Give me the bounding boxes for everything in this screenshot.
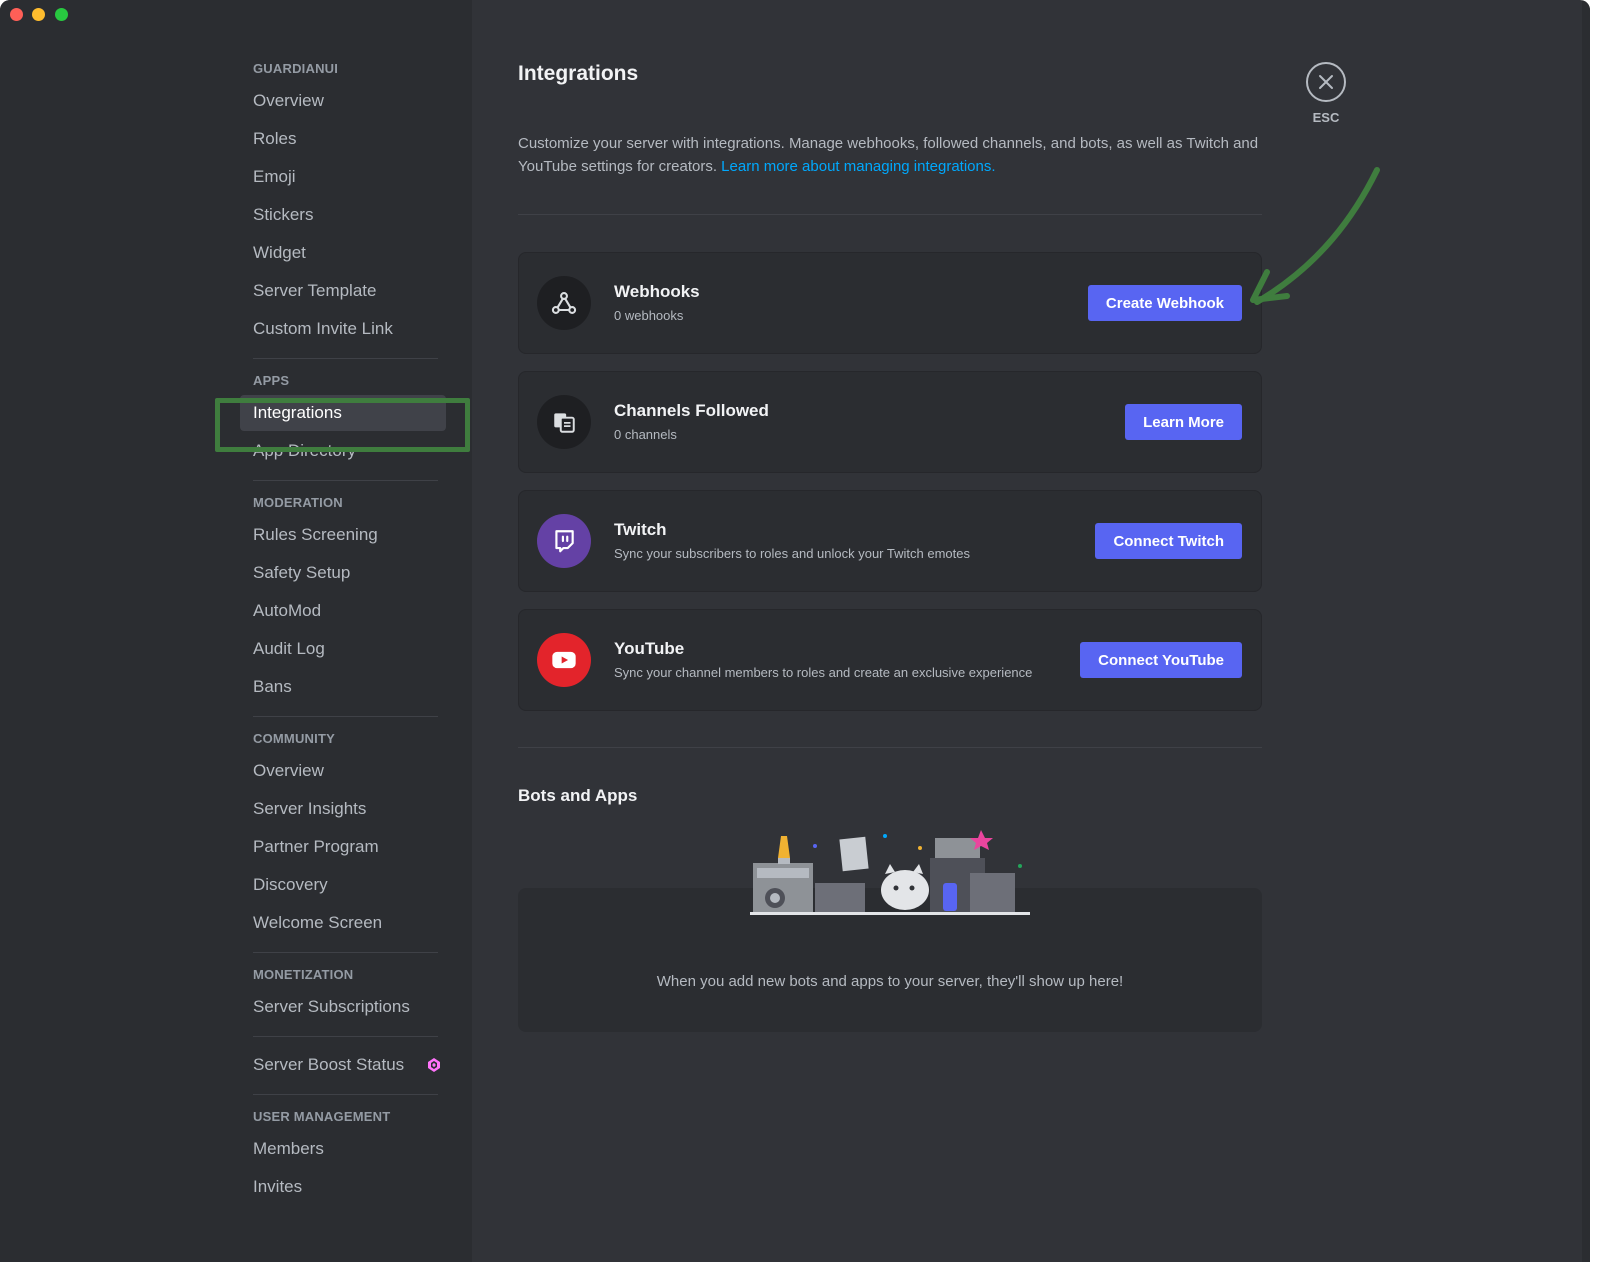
card-title: Webhooks xyxy=(614,282,700,301)
nav-separator xyxy=(253,716,438,717)
twitch-card: Twitch Sync your subscribers to roles an… xyxy=(518,490,1262,592)
sidebar-item-label: Welcome Screen xyxy=(253,913,383,932)
twitch-icon xyxy=(537,514,591,568)
sidebar-item-label: Bans xyxy=(253,677,292,696)
sidebar-item-label: Safety Setup xyxy=(253,563,351,582)
sidebar-item-integrations[interactable]: Integrations xyxy=(240,395,446,431)
settings-window: GUARDIANUI Overview Roles Emoji Stickers Widg… xyxy=(0,0,1590,1262)
sidebar-item-label: Integrations xyxy=(253,403,342,422)
youtube-card: YouTube Sync your channel members to rol… xyxy=(518,609,1262,711)
sidebar-item-label: Rules Screening xyxy=(253,525,378,544)
sidebar-item-label: App Directory xyxy=(253,441,356,460)
card-title: Channels Followed xyxy=(614,401,769,420)
connect-youtube-button[interactable]: Connect YouTube xyxy=(1080,642,1242,678)
close-settings: ESC xyxy=(1306,62,1346,125)
connect-twitch-button[interactable]: Connect Twitch xyxy=(1095,523,1242,559)
nav-section-header: COMMUNITY xyxy=(253,731,335,746)
right-edge xyxy=(1582,0,1590,1262)
nav-section-header: APPS xyxy=(253,373,290,388)
bots-empty-text: When you add new bots and apps to your s… xyxy=(656,973,1124,990)
sidebar-item-label: Roles xyxy=(253,129,297,148)
sidebar-item-label: Emoji xyxy=(253,167,296,186)
close-icon xyxy=(1319,75,1333,89)
esc-label: ESC xyxy=(1312,110,1340,125)
sidebar-item-safety-setup[interactable]: Safety Setup xyxy=(240,554,446,592)
nav-section-header: MONETIZATION xyxy=(253,967,354,982)
page-description: Customize your server with integrations.… xyxy=(518,132,1262,178)
sidebar-item-server-boost-status[interactable]: Server Boost Status xyxy=(240,1046,446,1084)
sidebar-item-label: Stickers xyxy=(253,205,314,224)
sidebar-item-discovery[interactable]: Discovery xyxy=(240,866,446,904)
maximize-window-icon[interactable] xyxy=(55,8,68,21)
sidebar-item-label: Members xyxy=(253,1139,324,1158)
sidebar-item-label: Audit Log xyxy=(253,639,325,658)
sidebar-item-welcome-screen[interactable]: Welcome Screen xyxy=(240,904,446,942)
nav-section-header: MODERATION xyxy=(253,495,343,510)
sidebar-item-roles[interactable]: Roles xyxy=(240,120,446,158)
sidebar-item-audit-log[interactable]: Audit Log xyxy=(240,630,446,668)
sidebar-item-bans[interactable]: Bans xyxy=(240,668,446,706)
nav-separator xyxy=(253,1094,438,1095)
settings-nav: GUARDIANUI Overview Roles Emoji Stickers Widg… xyxy=(240,56,446,1206)
card-subtitle: Sync your subscribers to roles and unloc… xyxy=(614,546,970,561)
close-window-icon[interactable] xyxy=(10,8,23,21)
sidebar-item-server-insights[interactable]: Server Insights xyxy=(240,790,446,828)
bots-illustration-image xyxy=(750,830,1030,915)
boost-gem-icon xyxy=(428,1058,440,1072)
sidebar-item-label: Server Boost Status xyxy=(253,1055,405,1074)
sidebar-item-label: Overview xyxy=(253,761,324,780)
learn-more-link[interactable]: Learn more about managing integrations. xyxy=(721,158,995,175)
sidebar-item-partner-program[interactable]: Partner Program xyxy=(240,828,446,866)
divider xyxy=(518,747,1262,748)
sidebar-item-label: Invites xyxy=(253,1177,303,1196)
nav-separator xyxy=(253,1036,438,1037)
sidebar-item-rules-screening[interactable]: Rules Screening xyxy=(240,516,446,554)
sidebar: GUARDIANUI Overview Roles Emoji Stickers Widg… xyxy=(0,0,472,1262)
sidebar-item-app-directory[interactable]: App Directory xyxy=(240,432,446,470)
sidebar-item-label: Overview xyxy=(253,91,324,110)
sidebar-item-overview[interactable]: Overview xyxy=(240,752,446,790)
sidebar-item-members[interactable]: Members xyxy=(240,1130,446,1168)
sidebar-item-label: Server Insights xyxy=(253,799,367,818)
nav-section-header: GUARDIANUI xyxy=(253,61,339,76)
sidebar-item-overview[interactable]: Overview xyxy=(240,82,446,120)
nav-separator xyxy=(253,480,438,481)
youtube-icon xyxy=(537,633,591,687)
nav-separator xyxy=(253,358,438,359)
sidebar-item-label: Widget xyxy=(253,243,306,262)
webhook-icon xyxy=(537,276,591,330)
sidebar-item-label: Partner Program xyxy=(253,837,379,856)
create-webhook-button[interactable]: Create Webhook xyxy=(1087,285,1242,321)
card-subtitle: Sync your channel members to roles and c… xyxy=(614,665,1033,680)
sidebar-item-server-template[interactable]: Server Template xyxy=(240,272,446,310)
sidebar-item-custom-invite-link[interactable]: Custom Invite Link xyxy=(240,310,446,348)
card-subtitle: 0 channels xyxy=(614,427,677,442)
nav-separator xyxy=(253,952,438,953)
sidebar-item-invites[interactable]: Invites xyxy=(240,1168,446,1206)
sidebar-item-label: Server Template xyxy=(253,281,377,300)
channels-followed-card: Channels Followed 0 channels Learn More xyxy=(518,371,1262,473)
sidebar-item-emoji[interactable]: Emoji xyxy=(240,158,446,196)
divider xyxy=(518,214,1262,215)
channels-followed-icon xyxy=(537,395,591,449)
card-title: YouTube xyxy=(614,639,685,658)
minimize-window-icon[interactable] xyxy=(32,8,45,21)
card-subtitle: 0 webhooks xyxy=(614,308,684,323)
nav-section-header: USER MANAGEMENT xyxy=(253,1109,391,1124)
webhooks-card: Webhooks 0 webhooks Create Webhook xyxy=(518,252,1262,354)
sidebar-item-label: Custom Invite Link xyxy=(253,319,393,338)
green-arrow-annotation xyxy=(1250,167,1380,305)
sidebar-item-label: AutoMod xyxy=(253,601,322,620)
page-title: Integrations xyxy=(518,62,639,85)
sidebar-item-label: Discovery xyxy=(253,875,328,894)
sidebar-item-automod[interactable]: AutoMod xyxy=(240,592,446,630)
sidebar-item-label: Server Subscriptions xyxy=(253,997,410,1016)
bots-section-title: Bots and Apps xyxy=(518,786,638,805)
sidebar-item-stickers[interactable]: Stickers xyxy=(240,196,446,234)
learn-more-button[interactable]: Learn More xyxy=(1125,404,1242,440)
card-title: Twitch xyxy=(614,520,667,539)
close-button[interactable] xyxy=(1306,62,1346,102)
sidebar-item-server-subscriptions[interactable]: Server Subscriptions xyxy=(240,988,446,1026)
sidebar-item-widget[interactable]: Widget xyxy=(240,234,446,272)
